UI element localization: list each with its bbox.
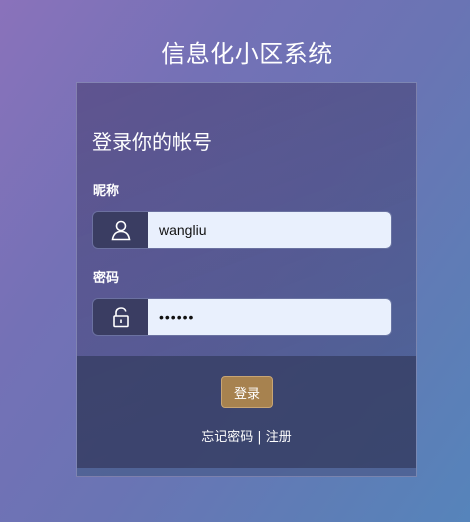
password-label: 密码 — [93, 271, 120, 286]
password-input-group — [92, 298, 392, 336]
form-heading: 登录你的帐号 — [92, 130, 212, 154]
login-panel: 登录你的帐号 昵称 密码 登录 — [76, 82, 417, 477]
username-input-group — [92, 211, 392, 249]
lock-icon — [93, 299, 148, 335]
bottom-links: 忘记密码 | 注册 — [77, 426, 416, 445]
password-input[interactable] — [148, 299, 391, 335]
login-actions: 登录 忘记密码 | 注册 — [77, 356, 416, 468]
panel-footer-strip — [77, 468, 416, 476]
user-icon — [93, 212, 148, 248]
username-label: 昵称 — [93, 184, 120, 199]
register-link[interactable]: 注册 — [266, 430, 292, 445]
link-separator: | — [257, 430, 262, 445]
forgot-password-link[interactable]: 忘记密码 — [201, 430, 253, 445]
login-form: 登录你的帐号 昵称 密码 — [77, 83, 416, 356]
app-title: 信息化小区系统 — [161, 40, 333, 68]
username-input[interactable] — [148, 212, 391, 248]
login-button[interactable]: 登录 — [221, 376, 273, 408]
